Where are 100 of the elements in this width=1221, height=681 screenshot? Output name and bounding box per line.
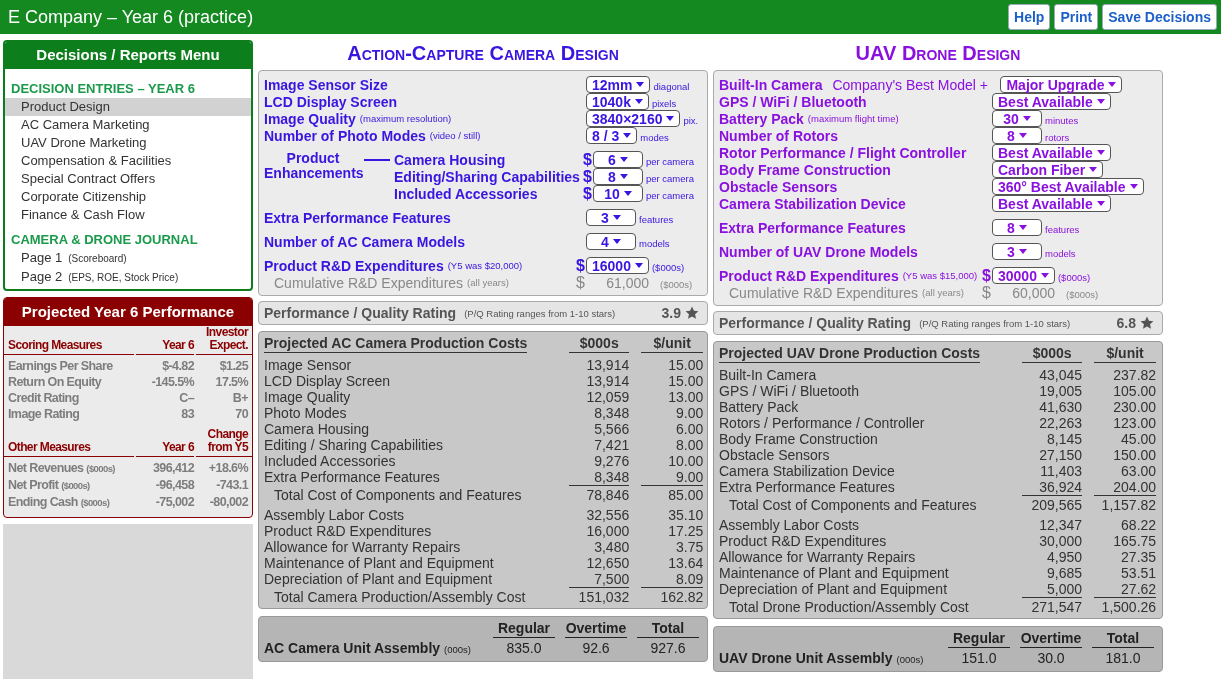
field-label: Extra Performance Features <box>719 219 906 236</box>
menu-item[interactable]: AC Camera Marketing <box>5 116 251 134</box>
column-header: Year 6 <box>136 339 194 355</box>
caret-icon <box>1018 249 1027 254</box>
cost-value: 12,347 <box>1038 517 1083 533</box>
currency-sign: $ <box>582 184 592 203</box>
cost-label: Maintenance of Plant and Equipment <box>719 565 950 581</box>
dropdown[interactable]: 30 <box>992 110 1042 127</box>
cost-value: 237.82 <box>1112 367 1157 383</box>
measure-value: B+ <box>231 390 248 406</box>
dropdown[interactable]: 10 <box>592 185 643 202</box>
menu-item[interactable]: Special Contract Offers <box>5 170 251 188</box>
dropdown[interactable]: 8 <box>592 168 643 185</box>
field-label: Built-In Camera <box>719 76 823 93</box>
dropdown[interactable]: Major Upgrade <box>1000 76 1123 93</box>
dropdown[interactable]: 3 <box>992 243 1042 260</box>
cost-value: 6.00 <box>674 421 704 437</box>
currency-sign: $ <box>582 150 592 169</box>
unit-label: ($000s) <box>1057 271 1091 283</box>
cost-value: 8.09 <box>674 571 704 587</box>
cost-label: Body Frame Construction <box>719 431 879 447</box>
caret-icon <box>623 191 632 196</box>
field-label: Product R&D Expenditures <box>264 257 444 274</box>
toolbar-button[interactable]: Help <box>1008 4 1051 30</box>
unit-label: diagonal <box>653 80 690 92</box>
dropdown[interactable]: 8 / 3 <box>586 127 638 144</box>
field-label: Image Quality <box>264 110 356 127</box>
caret-icon <box>612 215 621 220</box>
rating-value: 3.9 <box>661 305 681 321</box>
cost-label: Assembly Labor Costs <box>719 517 861 533</box>
star-icon <box>1140 316 1154 330</box>
dropdown[interactable]: 6 <box>592 151 643 168</box>
toolbar-button[interactable]: Print <box>1054 4 1099 30</box>
cost-label: Depreciation of Plant and Equipment <box>719 581 949 597</box>
menu-item[interactable]: Page 1 (Scoreboard) <box>5 249 251 268</box>
rating-label: Performance / Quality Rating <box>719 315 912 331</box>
dropdown[interactable]: 8 <box>992 127 1042 144</box>
cost-value: 9.00 <box>674 469 704 485</box>
field-label: Camera Housing <box>394 151 506 168</box>
dropdown[interactable]: 1040k <box>586 93 649 110</box>
cost-value: 204.00 <box>1112 479 1157 495</box>
dropdown[interactable]: 3 <box>586 209 636 226</box>
menu-item[interactable]: Page 2 (EPS, ROE, Stock Price) <box>5 268 251 287</box>
cost-value: 12,650 <box>585 555 630 571</box>
cost-label: Rotors / Performance / Controller <box>719 415 926 431</box>
menu-item[interactable]: Product Design <box>5 98 251 116</box>
dropdown[interactable]: 16000 <box>586 257 649 274</box>
column-header: $/unit <box>641 335 704 353</box>
total-value: 78,846 <box>569 485 630 503</box>
cost-title: Projected UAV Drone Production Costs <box>719 345 981 363</box>
measure-value: 17.5% <box>214 374 248 390</box>
section-title: UAV Drone Design <box>854 41 1022 66</box>
dropdown[interactable]: 3840×2160 <box>586 110 681 127</box>
cost-value: 15.00 <box>667 357 704 373</box>
field-label: Obstacle Sensors <box>719 178 838 195</box>
dropdown[interactable]: 12mm <box>586 76 651 93</box>
menu-item[interactable]: Finance & Cash Flow <box>5 206 251 224</box>
cost-value: 3,480 <box>593 539 630 555</box>
cost-value: 36,924 <box>1038 479 1083 495</box>
menu-item[interactable]: Compensation & Facilities <box>5 152 251 170</box>
cost-value: 13,914 <box>585 373 630 389</box>
dropdown[interactable]: Best Available <box>992 93 1111 110</box>
measure-label: Return On Equity <box>8 374 103 390</box>
cost-value: 27,150 <box>1038 447 1083 463</box>
dropdown[interactable]: Best Available <box>992 144 1111 161</box>
cost-value: 27.62 <box>1120 581 1157 597</box>
caret-icon <box>1096 150 1105 155</box>
cost-value: 9.00 <box>674 405 704 421</box>
cost-label: Depreciation of Plant and Equipment <box>264 571 494 587</box>
cost-value: 15.00 <box>667 373 704 389</box>
dropdown[interactable]: 8 <box>992 219 1042 236</box>
dropdown[interactable]: 360° Best Available <box>992 178 1144 195</box>
dropdown[interactable]: 30000 <box>992 267 1055 284</box>
dropdown[interactable]: Carbon Fiber <box>992 161 1104 178</box>
dropdown[interactable]: 4 <box>586 233 636 250</box>
column-header: Regular <box>948 630 1010 648</box>
rating-value: 6.8 <box>1116 315 1136 331</box>
cost-label: LCD Display Screen <box>264 373 392 389</box>
star-icon <box>685 306 699 320</box>
cost-value: 19,005 <box>1038 383 1083 399</box>
field-label: Camera Stabilization Device <box>719 195 906 212</box>
measure-value: -145.5% <box>150 374 194 390</box>
unit-label: features <box>1045 223 1080 235</box>
dropdown[interactable]: Best Available <box>992 195 1111 212</box>
field-label: Cumulative R&D Expenditures <box>729 284 919 301</box>
section-title: Action-Capture Camera Design <box>346 41 620 66</box>
menu-heading: DECISION ENTRIES – YEAR 6 <box>10 81 196 96</box>
unit-label: per camera <box>645 189 694 201</box>
caret-icon <box>619 157 628 162</box>
cost-label: Photo Modes <box>264 405 348 421</box>
field-label: LCD Display Screen <box>264 93 398 110</box>
save-button[interactable]: Save Decisions <box>1102 4 1217 30</box>
column-header: Change from Y5 <box>196 428 252 457</box>
unit-label: models <box>1045 247 1076 259</box>
menu-item[interactable]: UAV Drone Marketing <box>5 134 251 152</box>
cost-value: 45.00 <box>1120 431 1157 447</box>
assembly-label: UAV Drone Unit Assembly (000s) <box>719 650 925 668</box>
field-note: (video / still) <box>429 130 481 141</box>
column-header: Scoring Measures <box>4 339 134 355</box>
menu-item[interactable]: Corporate Citizenship <box>5 188 251 206</box>
